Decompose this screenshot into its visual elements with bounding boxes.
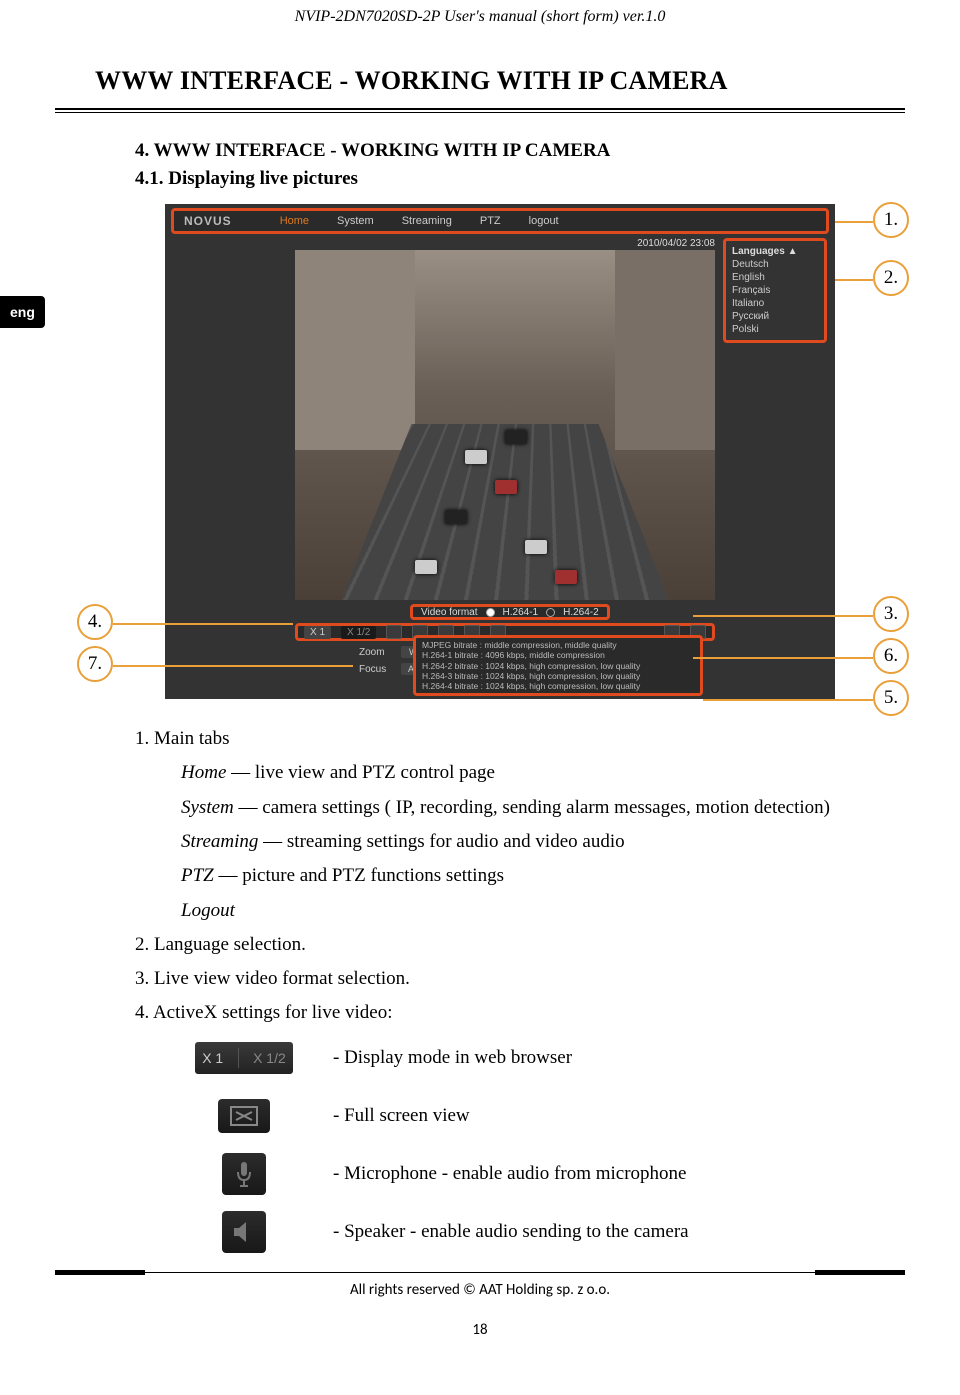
legend-home-text: — live view and PTZ control page xyxy=(226,762,495,783)
legend-streaming-text: — streaming settings for audio and video… xyxy=(258,831,624,852)
fullscreen-icon[interactable] xyxy=(386,625,402,639)
legend-streaming-italic: Streaming xyxy=(181,831,258,852)
speaker-desc: - Speaker - enable audio sending to the … xyxy=(333,1221,689,1243)
callout-2: 2. xyxy=(873,260,909,296)
callout-3: 3. xyxy=(873,596,909,632)
zoom-label: Zoom xyxy=(359,647,397,658)
display-mode-desc: - Display mode in web browser xyxy=(333,1047,572,1069)
legend-text: 1. Main tabs Home — live view and PTZ co… xyxy=(135,723,865,1030)
callout-1: 1. xyxy=(873,202,909,238)
legend-ptz-italic: PTZ xyxy=(181,865,214,886)
lang-opt[interactable]: Polski xyxy=(732,323,818,336)
callout-6: 6. xyxy=(873,638,909,674)
legend-system-text: — camera settings ( IP, recording, sendi… xyxy=(234,797,830,818)
lang-opt[interactable]: English xyxy=(732,271,818,284)
section-rule xyxy=(55,108,905,113)
legend-ptz-text: — picture and PTZ functions settings xyxy=(214,865,504,886)
bitrate-line: H.264-4 bitrate : 1024 kbps, high compre… xyxy=(422,681,694,691)
x1-label: X 1 xyxy=(202,1050,223,1066)
video-format-opt1: H.264-1 xyxy=(503,607,539,618)
footer-rule xyxy=(55,1272,905,1273)
language-header: Languages ▲ xyxy=(732,245,818,258)
legend-system-italic: System xyxy=(181,797,234,818)
screenshot-figure: NOVUS Home System Streaming PTZ logout 2… xyxy=(135,204,960,699)
bitrate-line: H.264-2 bitrate : 1024 kbps, high compre… xyxy=(422,661,694,671)
focus-label: Focus xyxy=(359,664,397,675)
legend-4: 4. ActiveX settings for live video: xyxy=(135,997,865,1029)
speaker-big-icon xyxy=(195,1214,293,1250)
brand-logo: NOVUS xyxy=(184,214,232,228)
language-selector[interactable]: Languages ▲ Deutsch English Français Ita… xyxy=(723,238,827,343)
microphone-desc: - Microphone - enable audio from microph… xyxy=(333,1163,687,1185)
radio-h264-1[interactable] xyxy=(486,608,495,617)
nav-home[interactable]: Home xyxy=(280,215,309,227)
zoom-x1-button[interactable]: X 1 xyxy=(304,626,331,639)
heading-4: 4. WWW INTERFACE - WORKING WITH IP CAMER… xyxy=(135,137,865,165)
legend-home-italic: Home xyxy=(181,762,226,783)
zoom-x12-button[interactable]: X 1/2 xyxy=(341,626,376,639)
video-format-label: Video format xyxy=(421,607,478,618)
video-format-opt2: H.264-2 xyxy=(563,607,599,618)
page-header: NVIP-2DN7020SD-2P User's manual (short f… xyxy=(0,0,960,26)
language-tab-eng: eng xyxy=(0,296,45,328)
legend-2: 2. Language selection. xyxy=(135,929,865,961)
nav-system[interactable]: System xyxy=(337,215,374,227)
radio-h264-2[interactable] xyxy=(546,608,555,617)
bitrate-info-box: MJPEG bitrate : middle compression, midd… xyxy=(413,635,703,696)
display-mode-icon: X 1 X 1/2 xyxy=(195,1040,293,1076)
legend-logout-italic: Logout xyxy=(181,900,235,921)
lang-opt[interactable]: Italiano xyxy=(732,297,818,310)
x12-label: X 1/2 xyxy=(253,1050,286,1066)
video-format-row: Video format H.264-1 H.264-2 xyxy=(410,604,610,620)
callout-5: 5. xyxy=(873,680,909,716)
nav-logout[interactable]: logout xyxy=(529,215,559,227)
section-title: WWW INTERFACE - WORKING WITH IP CAMERA xyxy=(95,66,960,96)
activex-icon-list: X 1 X 1/2 - Display mode in web browser -… xyxy=(195,1040,960,1250)
live-video-view xyxy=(295,250,715,600)
timestamp-label: 2010/04/02 23:08 xyxy=(637,238,715,249)
bitrate-line: H.264-1 bitrate : 4096 kbps, middle comp… xyxy=(422,650,694,660)
bitrate-line: H.264-3 bitrate : 1024 kbps, high compre… xyxy=(422,671,694,681)
nav-ptz[interactable]: PTZ xyxy=(480,215,501,227)
callout-7: 7. xyxy=(77,646,113,682)
page-number: 18 xyxy=(0,1321,960,1339)
microphone-big-icon xyxy=(195,1156,293,1192)
fullscreen-desc: - Full screen view xyxy=(333,1105,470,1127)
fullscreen-big-icon xyxy=(195,1098,293,1134)
lang-opt[interactable]: Français xyxy=(732,284,818,297)
legend-3: 3. Live view video format selection. xyxy=(135,963,865,995)
top-nav-bar: NOVUS Home System Streaming PTZ logout xyxy=(171,208,829,234)
footer-copyright: All rights reserved © AAT Holding sp. z … xyxy=(0,1281,960,1299)
nav-streaming[interactable]: Streaming xyxy=(402,215,452,227)
heading-4-1: 4.1. Displaying live pictures xyxy=(135,165,865,193)
lang-opt[interactable]: Русский xyxy=(732,310,818,323)
bitrate-line: MJPEG bitrate : middle compression, midd… xyxy=(422,640,694,650)
legend-1-head: 1. Main tabs xyxy=(135,723,865,755)
lang-opt[interactable]: Deutsch xyxy=(732,258,818,271)
callout-4: 4. xyxy=(77,604,113,640)
